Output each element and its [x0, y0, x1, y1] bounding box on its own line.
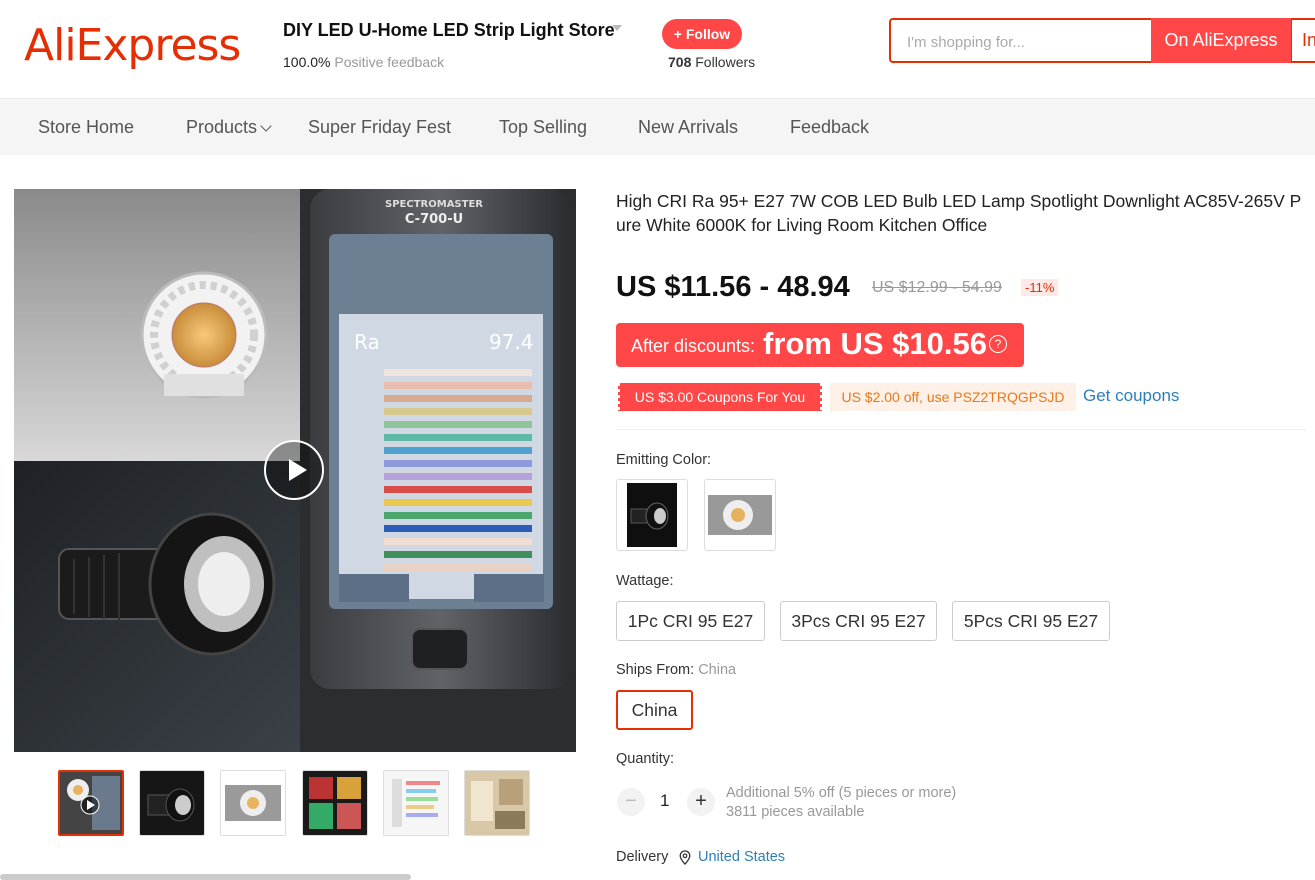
- search-input[interactable]: [905, 30, 1149, 54]
- delivery-label: Delivery: [616, 849, 669, 865]
- store-dropdown-caret-icon[interactable]: [612, 25, 622, 31]
- thumbnail-1[interactable]: [58, 770, 124, 836]
- thumbnail-3[interactable]: [220, 770, 286, 836]
- wattage-label: Wattage:: [616, 573, 674, 589]
- store-coupon-badge[interactable]: US $3.00 Coupons For You: [616, 383, 824, 411]
- divider: [616, 429, 1306, 430]
- wattage-option-5pcs[interactable]: 5Pcs CRI 95 E27: [952, 601, 1110, 641]
- chevron-down-icon: [260, 120, 272, 132]
- thumbnail-3-image: [221, 771, 285, 835]
- nav-store-home[interactable]: Store Home: [38, 117, 134, 138]
- thumbnail-2-image: [140, 771, 204, 835]
- quantity-note: Additional 5% off (5 pieces or more) 381…: [726, 784, 956, 822]
- nav-feedback[interactable]: Feedback: [790, 117, 869, 138]
- location-pin-icon: [679, 850, 691, 865]
- gallery-scrollbar[interactable]: [0, 874, 411, 880]
- quantity-increase-button[interactable]: +: [687, 788, 715, 816]
- bulk-discount-note: Additional 5% off (5 pieces or more): [726, 785, 957, 801]
- aliexpress-logo[interactable]: AliExpress: [24, 18, 241, 74]
- after-discount-price: from US $10.56: [763, 326, 987, 361]
- followers-count: 708 Followers: [668, 54, 755, 70]
- play-video-button[interactable]: [264, 440, 324, 500]
- search-in-store-button[interactable]: In: [1291, 18, 1315, 63]
- color-swatch-black-image: [627, 483, 677, 547]
- followers-number: 708: [668, 54, 692, 70]
- store-name-link[interactable]: DIY LED U-Home LED Strip Light Store: [283, 20, 615, 41]
- follow-button[interactable]: + Follow: [662, 19, 742, 49]
- quantity-decrease-button[interactable]: −: [617, 788, 645, 816]
- question-icon[interactable]: ?: [989, 335, 1007, 353]
- thumbnail-4[interactable]: [302, 770, 368, 836]
- wattage-option-1pc[interactable]: 1Pc CRI 95 E27: [616, 601, 765, 641]
- thumbnail-6-image: [465, 771, 529, 835]
- nav-new-arrivals[interactable]: New Arrivals: [638, 117, 738, 138]
- nav-top-selling[interactable]: Top Selling: [499, 117, 587, 138]
- original-price: US $12.99 - 54.99: [872, 279, 1002, 296]
- product-title: High CRI Ra 95+ E27 7W COB LED Bulb LED …: [616, 191, 1302, 235]
- thumbnail-6[interactable]: [464, 770, 530, 836]
- delivery-location-link[interactable]: United States: [698, 849, 785, 865]
- search-on-aliexpress-button[interactable]: On AliExpress: [1151, 18, 1291, 63]
- discount-badge: -11%: [1021, 279, 1059, 296]
- wattage-option-3pcs[interactable]: 3Pcs CRI 95 E27: [780, 601, 937, 641]
- feedback-label: Positive feedback: [334, 54, 445, 70]
- quantity-label: Quantity:: [616, 751, 675, 767]
- stock-available: 3811 pieces available: [726, 804, 865, 820]
- thumbnail-5[interactable]: [383, 770, 449, 836]
- meter-value-text: 97.4: [489, 330, 534, 354]
- thumbnail-5-image: [384, 771, 448, 835]
- ships-from-value: China: [698, 662, 737, 678]
- price-range: US $11.56 - 48.94: [616, 271, 850, 303]
- quantity-value[interactable]: 1: [660, 791, 669, 811]
- meter-brand-text: SPECTROMASTER: [385, 199, 483, 210]
- nav-super-friday-fest[interactable]: Super Friday Fest: [308, 117, 451, 138]
- ships-from-option-china[interactable]: China: [616, 690, 693, 730]
- nav-products-label: Products: [186, 117, 258, 137]
- ships-from-text: Ships From:: [616, 662, 695, 678]
- feedback-value: 100.0%: [283, 54, 331, 70]
- meter-model-text: C-700-U: [405, 212, 463, 227]
- color-swatch-white-image: [708, 495, 772, 535]
- get-coupons-link[interactable]: Get coupons: [1083, 386, 1179, 406]
- followers-label: Followers: [695, 54, 756, 70]
- store-feedback: 100.0% Positive feedback: [283, 54, 444, 70]
- nav-products[interactable]: Products: [186, 117, 272, 138]
- thumbnail-2[interactable]: [139, 770, 205, 836]
- after-discount-label: After discounts:: [631, 336, 756, 356]
- thumbnail-4-image: [303, 771, 367, 835]
- color-swatch-black[interactable]: [616, 479, 688, 551]
- emitting-color-label: Emitting Color:: [616, 452, 712, 468]
- color-swatch-white[interactable]: [704, 479, 776, 551]
- promo-code-badge[interactable]: US $2.00 off, use PSZ2TRQGPSJD: [830, 383, 1076, 411]
- meter-metric-text: Ra: [354, 330, 380, 354]
- ships-from-label: Ships From: China: [616, 662, 736, 678]
- thumbnail-1-image: [60, 772, 122, 834]
